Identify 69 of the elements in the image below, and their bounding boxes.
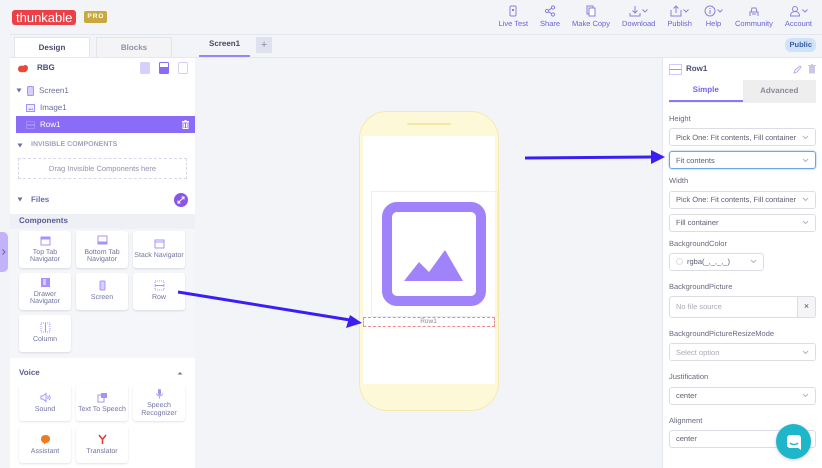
drawer-icon <box>40 276 50 288</box>
caret-icon <box>802 9 808 14</box>
chevron-icon <box>802 134 809 140</box>
panel-toggle[interactable] <box>0 232 8 272</box>
device-icon <box>178 62 188 74</box>
chevron-icon <box>750 259 757 264</box>
color-swatch-icon <box>676 258 683 266</box>
device-size-button[interactable] <box>159 62 169 74</box>
edit-button[interactable] <box>793 64 802 74</box>
row-icon <box>669 64 682 74</box>
caret-icon <box>683 9 690 14</box>
row-icon <box>154 280 164 292</box>
collapse-icon <box>177 370 183 375</box>
section-title: Files <box>31 194 50 206</box>
expand-icon <box>177 196 185 204</box>
column-icon <box>40 322 50 334</box>
info-icon <box>704 5 716 18</box>
clear-button[interactable]: × <box>798 296 816 318</box>
stack-icon <box>154 238 164 250</box>
upload-icon <box>670 5 682 18</box>
phone-icon <box>507 5 520 18</box>
device-icon <box>159 62 169 74</box>
chevron-icon <box>802 220 809 225</box>
category-title: Voice <box>19 366 40 379</box>
caret-icon <box>642 9 648 14</box>
tree-item[interactable]: Row1 <box>16 116 195 134</box>
microphone-icon <box>154 388 164 399</box>
chevron-icon <box>802 350 809 355</box>
section-title: Components <box>19 215 68 228</box>
share-icon <box>544 5 556 18</box>
image-placeholder[interactable] <box>370 191 498 317</box>
fruit-icon <box>17 63 29 74</box>
image-icon <box>382 202 486 306</box>
copy-icon <box>585 5 598 18</box>
speaker-icon <box>40 392 50 403</box>
tree-item[interactable]: Image1 <box>10 99 195 116</box>
trash-icon <box>808 64 816 74</box>
phone-icon <box>96 280 108 292</box>
triangle-icon <box>17 197 23 202</box>
tabs-icon <box>96 234 108 246</box>
trash-icon <box>182 120 189 130</box>
expand-button[interactable] <box>174 192 188 207</box>
editor-tab[interactable]: Blocks <box>96 37 172 57</box>
caret-icon <box>716 9 723 14</box>
logo: thunkable <box>12 10 76 24</box>
download-icon <box>629 5 642 18</box>
component-title: Row1 <box>686 63 708 75</box>
chat-bubble-icon <box>40 434 50 445</box>
editor-tab[interactable]: Design <box>14 37 90 57</box>
user-icon <box>788 5 801 18</box>
delete-button[interactable] <box>808 64 816 74</box>
chevron-icon <box>802 197 809 202</box>
screen-tab[interactable]: Screen1 <box>199 33 250 57</box>
triangle-icon <box>16 88 22 94</box>
device-icon <box>140 62 150 74</box>
add-screen-button[interactable]: + <box>256 37 272 53</box>
chat-icon <box>786 434 802 450</box>
pencil-icon <box>793 64 802 74</box>
chevron-icon <box>802 393 809 398</box>
tree-item[interactable]: Screen1 <box>10 82 195 100</box>
chevron-icon <box>802 158 809 163</box>
phone-icon <box>27 86 34 96</box>
chevron-right-icon <box>2 249 6 255</box>
row-icon <box>26 120 35 129</box>
tabs-icon <box>40 234 50 246</box>
inspector-tab[interactable]: Advanced <box>742 80 816 102</box>
triangle-icon <box>17 142 23 148</box>
project-name: RBG <box>37 62 55 74</box>
image-icon <box>26 104 35 112</box>
